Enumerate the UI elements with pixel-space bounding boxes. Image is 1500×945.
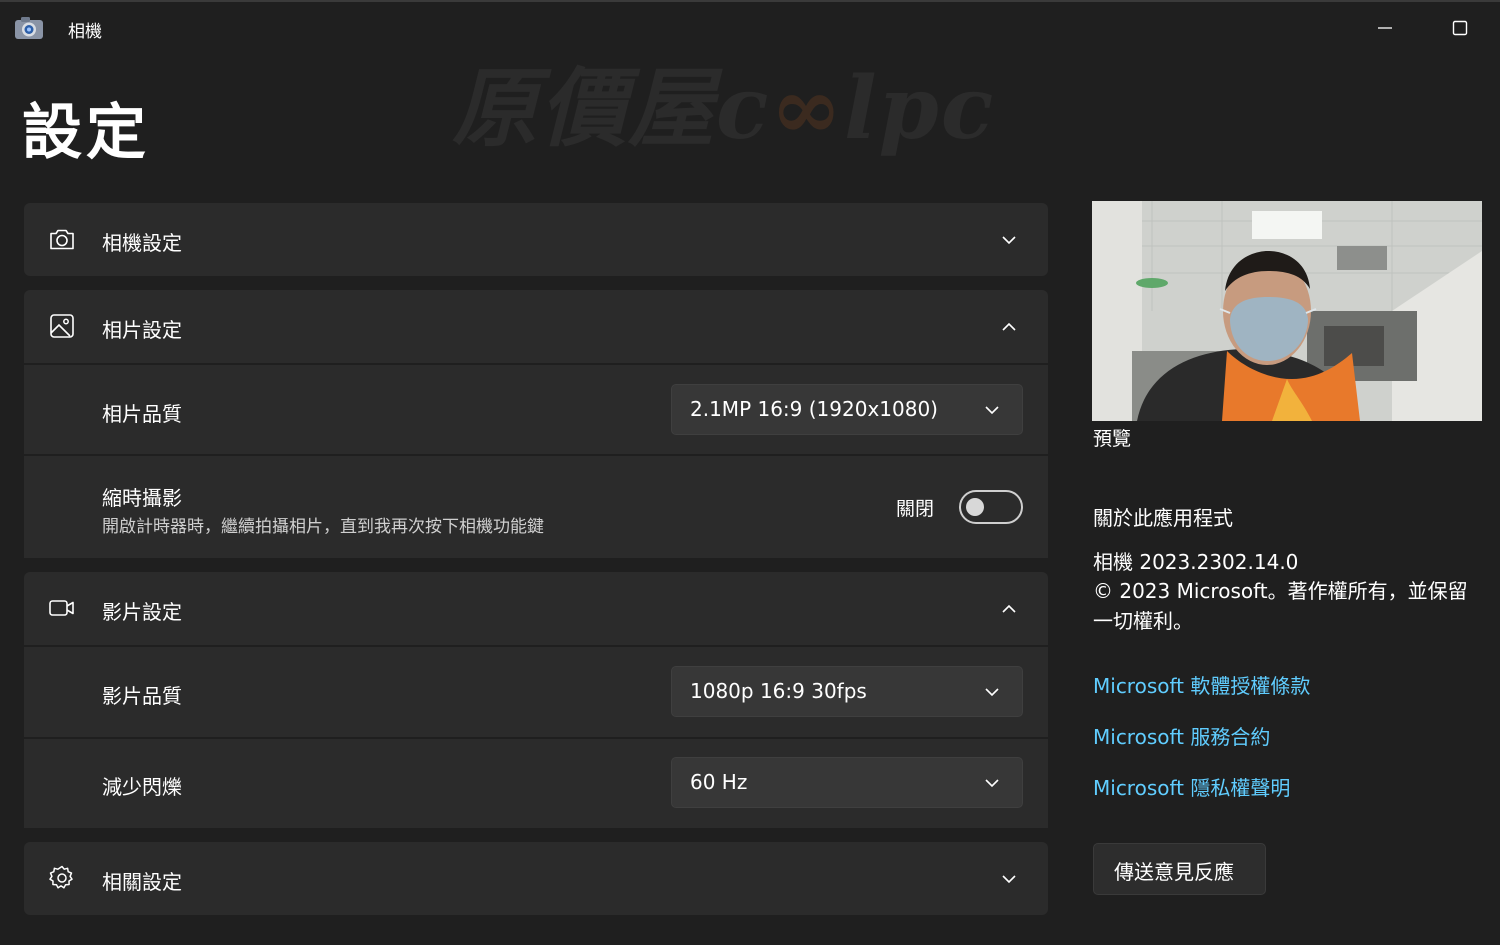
timelapse-description: 開啟計時器時，繼續拍攝相片，直到我再次按下相機功能鍵 bbox=[102, 517, 544, 537]
license-terms-link[interactable]: Microsoft 軟體授權條款 bbox=[1093, 670, 1310, 699]
gear-icon bbox=[49, 865, 73, 889]
copyright-text: © 2023 Microsoft。著作權所有，並保留一切權利。 bbox=[1093, 579, 1468, 633]
toggle-knob bbox=[966, 498, 984, 516]
flicker-label: 減少閃爍 bbox=[102, 775, 182, 799]
minimize-icon bbox=[1378, 27, 1392, 29]
related-settings-section[interactable]: 相關設定 bbox=[24, 842, 1048, 915]
window-title: 相機 bbox=[68, 22, 102, 42]
minimize-button[interactable] bbox=[1370, 14, 1400, 42]
related-settings-header[interactable]: 相關設定 bbox=[24, 842, 1048, 915]
preview-label: 預覽 bbox=[1093, 428, 1132, 450]
chevron-down-icon bbox=[1002, 236, 1016, 245]
send-feedback-label: 傳送意見反應 bbox=[1114, 860, 1234, 884]
video-settings-header[interactable]: 影片設定 bbox=[24, 572, 1048, 645]
photo-quality-label: 相片品質 bbox=[102, 402, 182, 426]
flicker-dropdown[interactable]: 60 Hz bbox=[671, 757, 1023, 808]
services-agreement-link[interactable]: Microsoft 服務合約 bbox=[1093, 721, 1270, 750]
flicker-value: 60 Hz bbox=[690, 770, 748, 794]
video-quality-dropdown[interactable]: 1080p 16:9 30fps bbox=[671, 666, 1023, 717]
chevron-up-icon bbox=[1002, 322, 1016, 331]
app-version: 相機 2023.2302.14.0 bbox=[1093, 550, 1299, 574]
photo-settings-section: 相片設定 相片品質 2.1MP 16:9 (1920x1080) 縮時攝影 開啟… bbox=[24, 290, 1048, 558]
video-quality-label: 影片品質 bbox=[102, 684, 182, 708]
chevron-down-icon bbox=[985, 688, 999, 697]
video-quality-value: 1080p 16:9 30fps bbox=[690, 679, 867, 703]
camera-app-icon bbox=[15, 17, 43, 39]
photo-settings-header[interactable]: 相片設定 bbox=[24, 290, 1048, 363]
photo-quality-dropdown[interactable]: 2.1MP 16:9 (1920x1080) bbox=[671, 384, 1023, 435]
camera-icon bbox=[50, 229, 74, 250]
related-settings-label: 相關設定 bbox=[102, 870, 182, 894]
preview-image bbox=[1092, 201, 1482, 421]
chevron-up-icon bbox=[1002, 604, 1016, 613]
photo-quality-row: 相片品質 2.1MP 16:9 (1920x1080) bbox=[24, 365, 1048, 454]
chevron-down-icon bbox=[985, 779, 999, 788]
maximize-icon bbox=[1452, 20, 1468, 36]
timelapse-state-label: 關閉 bbox=[896, 498, 935, 520]
video-settings-label: 影片設定 bbox=[102, 600, 182, 624]
send-feedback-button[interactable]: 傳送意見反應 bbox=[1093, 843, 1266, 895]
video-quality-row: 影片品質 1080p 16:9 30fps bbox=[24, 647, 1048, 737]
photo-quality-value: 2.1MP 16:9 (1920x1080) bbox=[690, 397, 938, 421]
camera-settings-header[interactable]: 相機設定 bbox=[24, 203, 1048, 276]
flicker-row: 減少閃爍 60 Hz bbox=[24, 739, 1048, 828]
timelapse-toggle[interactable] bbox=[959, 490, 1023, 524]
camera-preview bbox=[1092, 201, 1482, 421]
maximize-button[interactable] bbox=[1445, 14, 1475, 42]
video-settings-section: 影片設定 影片品質 1080p 16:9 30fps 減少閃爍 60 Hz bbox=[24, 572, 1048, 828]
watermark-logo: 原價屋c∞lpc bbox=[452, 58, 996, 159]
photo-settings-label: 相片設定 bbox=[102, 318, 182, 342]
camera-settings-section[interactable]: 相機設定 bbox=[24, 203, 1048, 276]
timelapse-label: 縮時攝影 bbox=[102, 486, 182, 510]
video-camera-icon bbox=[49, 600, 74, 616]
chevron-down-icon bbox=[1002, 875, 1016, 884]
page-title: 設定 bbox=[22, 98, 150, 168]
about-title: 關於此應用程式 bbox=[1093, 506, 1233, 530]
image-icon bbox=[50, 314, 74, 338]
timelapse-row: 縮時攝影 開啟計時器時，繼續拍攝相片，直到我再次按下相機功能鍵 關閉 bbox=[24, 456, 1048, 558]
privacy-statement-link[interactable]: Microsoft 隱私權聲明 bbox=[1093, 772, 1290, 801]
chevron-down-icon bbox=[985, 406, 999, 415]
camera-settings-label: 相機設定 bbox=[102, 231, 182, 255]
